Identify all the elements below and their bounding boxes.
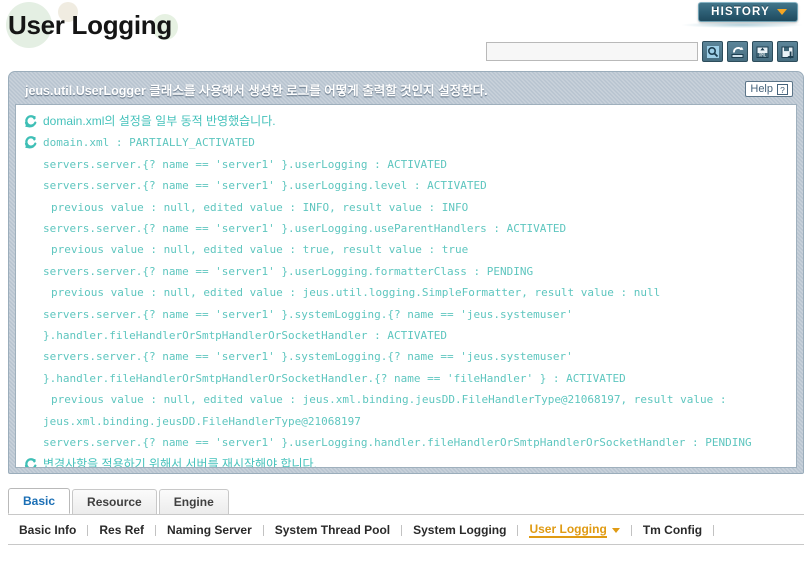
log-line-text: }.handler.fileHandlerOrSmtpHandlerOrSock…	[43, 329, 447, 343]
log-line-text: servers.server.{? name == 'server1' }.sy…	[43, 350, 573, 364]
log-line: servers.server.{? name == 'server1' }.us…	[22, 218, 790, 239]
log-line-list: domain.xml의 설정을 일부 동적 반영했습니다. domain.xml …	[22, 111, 790, 468]
page-topbar: User Logging HISTORY XML	[0, 0, 812, 68]
log-line-text: previous value : null, edited value : je…	[51, 393, 727, 407]
panel-header: jeus.util.UserLogger 클래스를 사용해서 생성한 로그를 어…	[15, 78, 797, 100]
page-title: User Logging	[8, 10, 172, 40]
search-toolbar: XML	[486, 41, 798, 62]
log-line: jeus.xml.binding.jeusDD.FileHandlerType@…	[22, 411, 790, 432]
subnav-item-label: Basic Info	[19, 523, 77, 537]
log-line-text: domain.xml : PARTIALLY_ACTIVATED	[43, 136, 255, 150]
log-line-text: servers.server.{? name == 'server1' }.sy…	[43, 307, 573, 321]
subnav-separator	[713, 524, 715, 536]
log-line: previous value : null, edited value : je…	[22, 282, 790, 303]
refresh-icon	[24, 114, 37, 128]
log-line: domain.xml : PARTIALLY_ACTIVATED	[22, 132, 790, 153]
log-line: }.handler.fileHandlerOrSmtpHandlerOrSock…	[22, 368, 790, 389]
tab-label: Engine	[173, 495, 214, 509]
message-panel: jeus.util.UserLogger 클래스를 사용해서 생성한 로그를 어…	[8, 71, 804, 474]
search-icon-button[interactable]	[702, 41, 723, 62]
refresh-icon	[24, 135, 37, 149]
log-line: servers.server.{? name == 'server1' }.us…	[22, 175, 790, 196]
log-line-text: domain.xml의 설정을 일부 동적 반영했습니다.	[43, 114, 276, 128]
subnav-item-label: Res Ref	[99, 523, 145, 537]
subnav-item-label: User Logging	[529, 522, 607, 538]
xml-export-icon: XML	[756, 46, 769, 58]
log-line-text: previous value : null, edited value : tr…	[51, 243, 469, 257]
help-button[interactable]: Help ?	[745, 81, 793, 97]
history-glow	[682, 22, 802, 28]
log-line-text: previous value : null, edited value : IN…	[51, 200, 469, 214]
refresh-icon-button[interactable]	[727, 41, 748, 62]
log-line-text: servers.server.{? name == 'server1' }.us…	[43, 222, 567, 236]
subnav-item-naming-server[interactable]: Naming Server	[156, 516, 263, 545]
log-line-text: previous value : null, edited value : je…	[51, 286, 661, 300]
tab-label: Resource	[87, 495, 142, 509]
refresh-icon	[24, 136, 37, 149]
log-line: }.handler.fileHandlerOrSmtpHandlerOrSock…	[22, 325, 790, 346]
tab-label: Basic	[23, 494, 56, 508]
log-line: previous value : null, edited value : IN…	[22, 197, 790, 218]
subnav-item-label: Naming Server	[167, 523, 252, 537]
subnav-item-tm-config[interactable]: Tm Config	[632, 516, 713, 545]
subnav-item-label: Tm Config	[642, 523, 703, 537]
log-line: servers.server.{? name == 'server1' }.us…	[22, 154, 790, 175]
subnav-item-res-ref[interactable]: Res Ref	[88, 516, 155, 545]
log-line: servers.server.{? name == 'server1' }.sy…	[22, 346, 790, 367]
log-line: 변경사항을 적용하기 위해서 서버를 재시작해야 합니다.	[22, 454, 790, 468]
log-line: servers.server.{? name == 'server1' }.us…	[22, 261, 790, 282]
refresh-icon	[24, 457, 37, 467]
log-line: servers.server.{? name == 'server1' }.sy…	[22, 304, 790, 325]
log-line: servers.server.{? name == 'server1' }.us…	[22, 432, 790, 453]
log-line-text: servers.server.{? name == 'server1' }.us…	[43, 179, 487, 193]
chevron-down-icon	[777, 9, 787, 15]
subnav-item-system-thread-pool[interactable]: System Thread Pool	[264, 516, 401, 545]
panel-title: jeus.util.UserLogger 클래스를 사용해서 생성한 로그를 어…	[25, 83, 488, 98]
svg-text:XML: XML	[759, 52, 767, 57]
log-line-text: servers.server.{? name == 'server1' }.us…	[43, 157, 447, 171]
log-line-text: servers.server.{? name == 'server1' }.us…	[43, 436, 752, 450]
history-button[interactable]: HISTORY	[698, 2, 798, 22]
subnav-item-system-logging[interactable]: System Logging	[402, 516, 517, 545]
user-logging-page: User Logging HISTORY XML jeus.util.UserL…	[0, 0, 812, 561]
tab-basic[interactable]: Basic	[8, 488, 71, 514]
log-line: previous value : null, edited value : je…	[22, 389, 790, 410]
subnav-item-label: System Logging	[413, 523, 507, 537]
help-button-label: Help	[750, 83, 773, 95]
xml-export-icon-button[interactable]: XML	[752, 41, 773, 62]
sub-navigation: Basic Info Res Ref Naming Server System Thr…	[8, 516, 804, 545]
search-icon	[706, 45, 719, 58]
refresh-icon	[24, 115, 37, 128]
history-button-label: HISTORY	[711, 6, 770, 18]
subnav-item-label: System Thread Pool	[274, 523, 391, 537]
save-icon	[781, 46, 794, 59]
question-mark-icon: ?	[777, 83, 788, 95]
log-line: domain.xml의 설정을 일부 동적 반영했습니다.	[22, 111, 790, 132]
log-line-text: servers.server.{? name == 'server1' }.us…	[43, 264, 534, 278]
log-line-text: 변경사항을 적용하기 위해서 서버를 재시작해야 합니다.	[43, 456, 317, 468]
tab-resource[interactable]: Resource	[72, 489, 157, 514]
log-output-area[interactable]: domain.xml의 설정을 일부 동적 반영했습니다. domain.xml …	[15, 104, 797, 468]
search-input[interactable]	[486, 42, 698, 61]
refresh-icon	[24, 457, 37, 467]
log-line-text: jeus.xml.binding.jeusDD.FileHandlerType@…	[43, 414, 361, 428]
subnav-item-basic-info[interactable]: Basic Info	[8, 516, 87, 545]
main-tab-strip: Basic Resource Engine	[8, 488, 804, 515]
tab-engine[interactable]: Engine	[158, 489, 229, 514]
log-line-text: }.handler.fileHandlerOrSmtpHandlerOrSock…	[43, 371, 626, 385]
chevron-down-icon[interactable]	[611, 527, 620, 533]
save-icon-button[interactable]	[777, 41, 798, 62]
refresh-icon	[731, 46, 744, 58]
subnav-item-user-logging[interactable]: User Logging	[518, 516, 630, 545]
log-line: previous value : null, edited value : tr…	[22, 239, 790, 260]
